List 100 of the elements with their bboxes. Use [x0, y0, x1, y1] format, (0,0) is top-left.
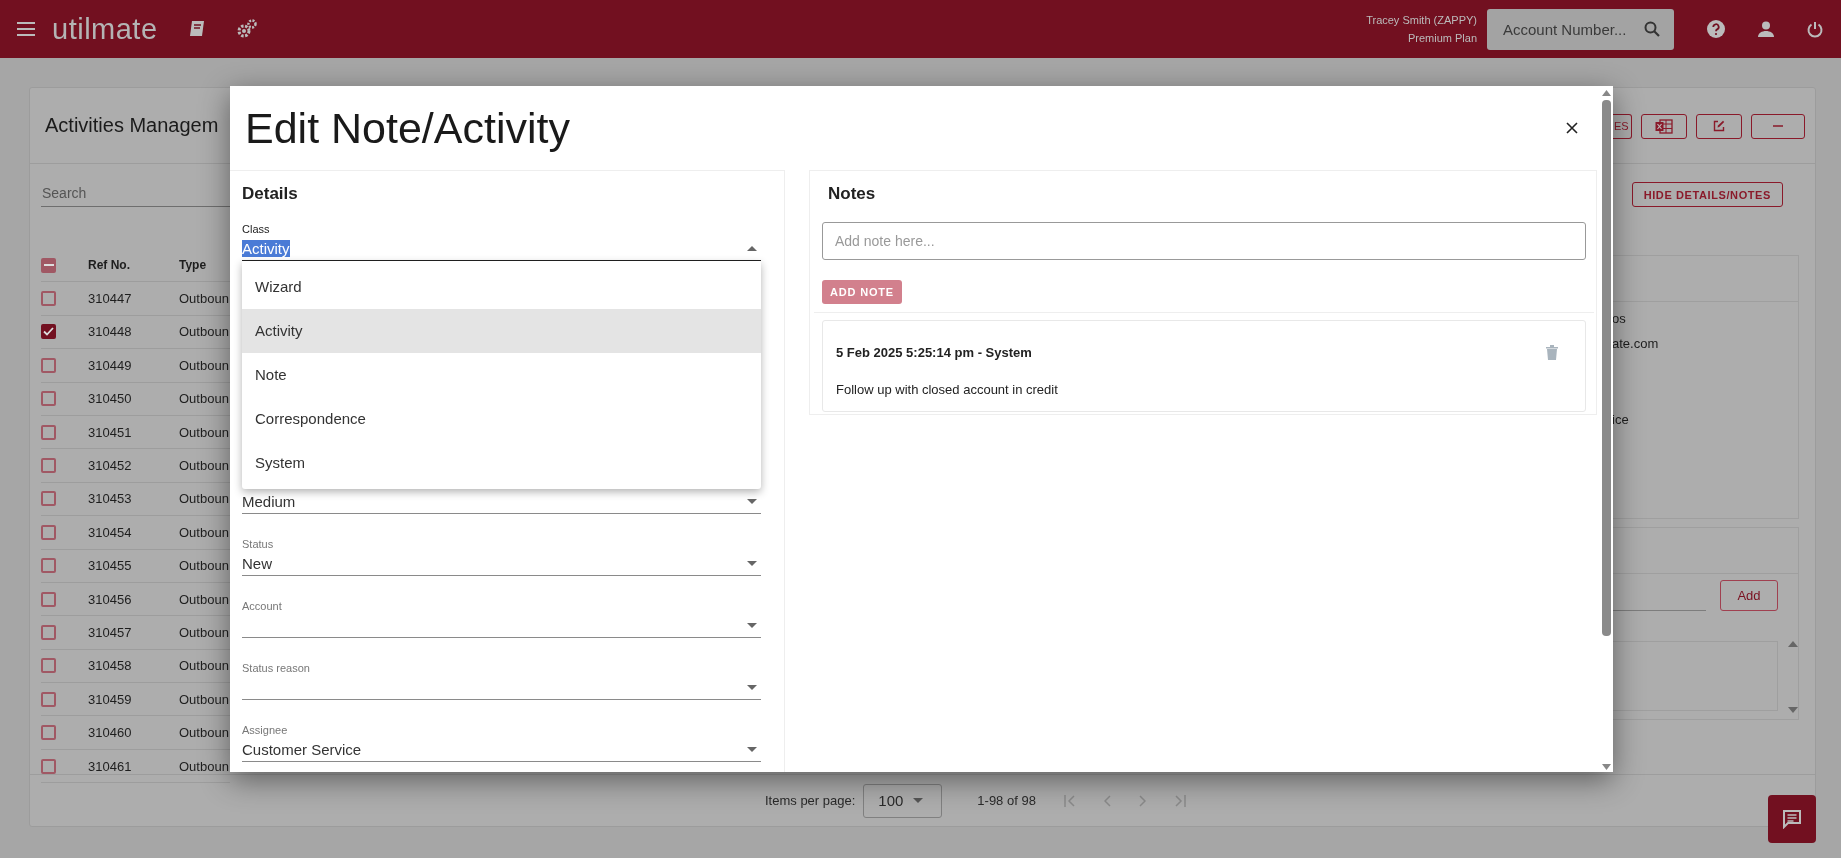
scroll-up-icon[interactable]: [1788, 641, 1798, 647]
table-cell: Outboun: [179, 758, 229, 774]
scroll-down-icon[interactable]: [1788, 707, 1798, 713]
row-checkbox[interactable]: [41, 758, 56, 774]
page-range: 1-98 of 98: [977, 793, 1036, 808]
delete-icon[interactable]: [1546, 344, 1558, 360]
table-cell-text: 310449: [88, 357, 133, 373]
first-page-icon[interactable]: [1063, 794, 1076, 807]
chat-icon: [1782, 809, 1802, 829]
help-icon[interactable]: [1707, 20, 1725, 38]
table-cell: Outboun: [179, 458, 229, 474]
excel-button[interactable]: [1641, 113, 1687, 139]
row-checkbox[interactable]: [41, 591, 56, 607]
table-cell-text: 310458: [88, 658, 133, 674]
add-button[interactable]: Add: [1720, 580, 1778, 611]
row-checkbox[interactable]: [41, 424, 56, 440]
table-cell: Outboun: [179, 725, 229, 741]
table-cell-text: 310447: [88, 291, 133, 307]
table-cell: Outboun: [179, 691, 229, 707]
row-checkbox[interactable]: [41, 691, 56, 707]
menu-icon[interactable]: [17, 22, 35, 36]
row-checkbox[interactable]: [41, 625, 56, 640]
dialog-title: Edit Note/Activity: [245, 103, 571, 153]
select-field[interactable]: Status reason: [242, 638, 761, 700]
table-cell: Outboun: [179, 625, 229, 640]
table-cell: Outboun: [179, 524, 229, 540]
row-checkbox[interactable]: [41, 658, 56, 674]
search-icon[interactable]: [1644, 21, 1660, 37]
table-cell-text: 310456: [88, 591, 133, 607]
menu-option[interactable]: Wizard: [242, 265, 761, 309]
hide-details-notes-button[interactable]: HIDE DETAILS/NOTES: [1631, 182, 1783, 207]
column-header[interactable]: Ref No.: [88, 258, 179, 273]
account-number-field[interactable]: Account Number...: [1501, 19, 1644, 39]
row-checkbox[interactable]: [41, 558, 56, 574]
column-header[interactable]: Type: [179, 258, 207, 273]
caret-down-icon: [747, 560, 757, 566]
check-icon: [43, 327, 54, 337]
table-cell: Outboun: [179, 491, 229, 507]
menu-option[interactable]: System: [242, 441, 761, 485]
select-field[interactable]: Medium: [242, 489, 761, 514]
row-checkbox[interactable]: [41, 491, 56, 507]
table-cell-text: 310453: [88, 491, 133, 507]
table-cell: Outboun: [179, 324, 229, 340]
row-checkbox[interactable]: [41, 458, 56, 474]
note-input-field[interactable]: Add note here...: [822, 222, 1586, 260]
table-cell: Outboun: [179, 357, 229, 373]
row-checkbox[interactable]: [41, 357, 56, 373]
detail-text: ate.com: [1612, 335, 1660, 353]
caret-down-icon: [747, 622, 757, 628]
last-page-icon[interactable]: [1173, 794, 1186, 807]
scroll-up-icon[interactable]: [1601, 90, 1611, 96]
next-page-icon[interactable]: [1138, 794, 1146, 807]
row-checkbox[interactable]: [41, 391, 56, 407]
gears-icon[interactable]: [235, 19, 258, 39]
table-cell-text: 310459: [88, 691, 133, 707]
table-cell-text: 310452: [88, 458, 133, 474]
row-checkbox[interactable]: [41, 291, 56, 307]
select-field[interactable]: Status New: [242, 514, 761, 576]
search-box[interactable]: Account Number...: [1487, 8, 1674, 50]
menu-option[interactable]: Note: [242, 353, 761, 397]
plan-label: Premium Plan: [1407, 31, 1477, 46]
page-size-select[interactable]: 100: [863, 783, 943, 818]
row-checkbox[interactable]: [41, 524, 56, 540]
scrollbar-thumb[interactable]: [1601, 100, 1611, 636]
user-name: Tracey Smith (ZAPPY): [1366, 13, 1477, 28]
table-cell-text: 310457: [88, 625, 133, 640]
person-icon[interactable]: [1758, 21, 1774, 37]
table-cell: Outboun: [179, 424, 229, 440]
collapse-button[interactable]: [1751, 113, 1805, 139]
scroll-down-icon[interactable]: [1601, 764, 1611, 770]
table-cell: Outboun: [179, 658, 229, 674]
items-per-page-label: Items per page:: [765, 793, 856, 808]
detail-text: ice: [1612, 411, 1630, 429]
chat-button[interactable]: [1768, 795, 1816, 843]
table-cell-text: 310454: [88, 524, 133, 540]
table-cell: Outboun: [179, 391, 229, 407]
edit-icon: [1713, 120, 1725, 132]
table-cell: Outboun: [179, 558, 229, 574]
section-heading: Notes: [827, 183, 877, 205]
logo[interactable]: utilmate: [52, 12, 158, 46]
close-icon[interactable]: [1566, 122, 1578, 134]
menu-option[interactable]: Activity: [242, 309, 761, 353]
row-checkbox[interactable]: [41, 324, 56, 340]
table-cell-text: 310461: [88, 758, 133, 774]
menu-option[interactable]: Correspondence: [242, 397, 761, 441]
power-icon[interactable]: [1807, 20, 1823, 38]
book-icon[interactable]: [187, 20, 206, 38]
table-cell: Outboun: [179, 291, 229, 307]
caret-down-icon: [747, 498, 757, 504]
select-field[interactable]: Assignee Customer Service: [242, 700, 761, 762]
select-field[interactable]: Account: [242, 576, 761, 638]
note-header: 5 Feb 2025 5:25:14 pm - System: [836, 344, 1032, 360]
edit-button[interactable]: [1696, 113, 1742, 139]
previous-page-icon[interactable]: [1103, 794, 1111, 807]
row-checkbox[interactable]: [41, 725, 56, 741]
select-all-checkbox[interactable]: [41, 257, 56, 273]
table-cell-text: 310448: [88, 324, 133, 340]
dash-icon: [43, 264, 54, 267]
note-text: Follow up with closed account in credit: [836, 382, 1059, 397]
caret-down-icon: [913, 798, 924, 803]
